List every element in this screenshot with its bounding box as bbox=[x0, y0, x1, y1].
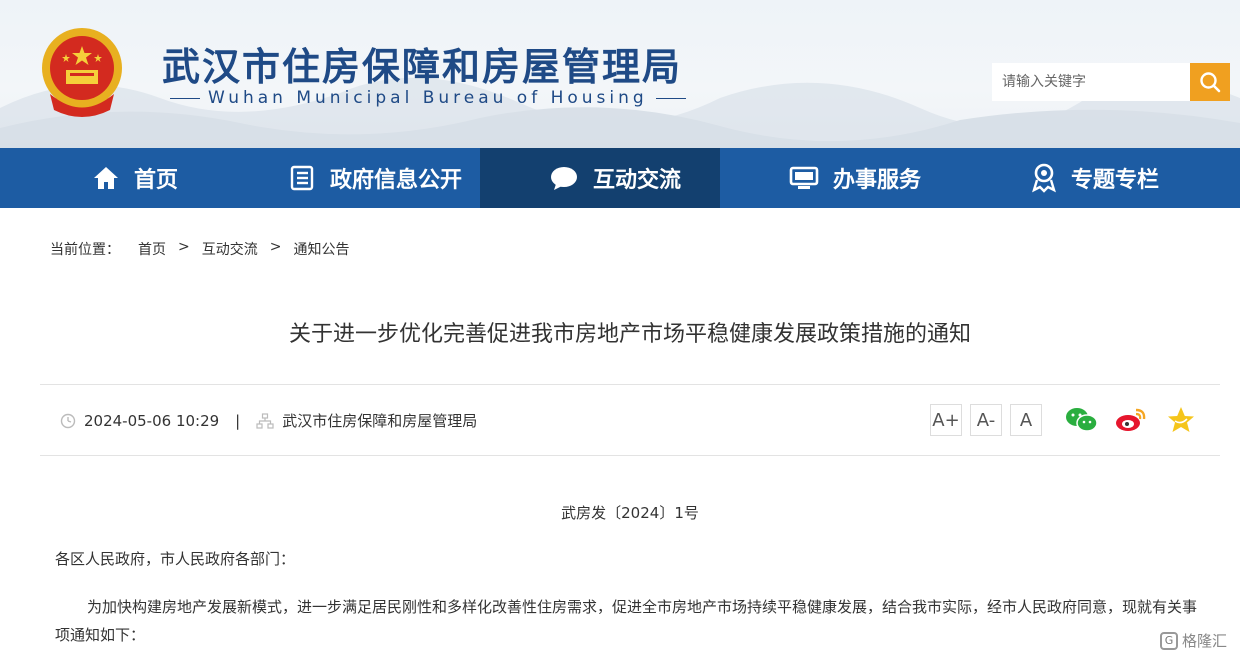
divider-bottom bbox=[40, 455, 1220, 456]
nav-item-topics[interactable]: 专题专栏 bbox=[960, 148, 1200, 208]
site-title: 武汉市住房保障和房屋管理局 bbox=[162, 44, 683, 89]
nav-item-services[interactable]: 办事服务 bbox=[720, 148, 960, 208]
org-structure-icon bbox=[256, 412, 274, 429]
share-bar bbox=[1064, 404, 1198, 436]
nav-item-label: 专题专栏 bbox=[1070, 168, 1159, 193]
breadcrumb-separator: > bbox=[269, 239, 282, 255]
publish-date: 2024-05-06 10:29 bbox=[84, 411, 220, 430]
font-decrease-label: A- bbox=[976, 409, 996, 431]
nav-item-label: 办事服务 bbox=[832, 168, 921, 193]
site-header: 武汉市住房保障和房屋管理局 Wuhan Municipal Bureau of … bbox=[0, 0, 1240, 148]
breadcrumb: 当前位置： 首页 > 互动交流 > 通知公告 bbox=[50, 239, 349, 259]
search-input[interactable] bbox=[992, 63, 1190, 101]
font-increase-label: A+ bbox=[932, 409, 960, 431]
font-decrease-button[interactable]: A- bbox=[970, 404, 1002, 436]
location-pin-icon bbox=[1032, 163, 1056, 193]
article-title: 关于进一步优化完善促进我市房地产市场平稳健康发展政策措施的通知 bbox=[288, 322, 971, 347]
main-nav: 首页 政府信息公开 互动交流 办事服务 专题专栏 bbox=[0, 148, 1240, 208]
subtitle-rule-right bbox=[655, 97, 686, 99]
watermark: G 格隆汇 bbox=[1160, 630, 1227, 651]
article-source: 武汉市住房保障和房屋管理局 bbox=[282, 412, 478, 430]
clock-icon bbox=[60, 413, 76, 428]
weibo-icon bbox=[1116, 408, 1146, 431]
breadcrumb-separator: > bbox=[178, 239, 190, 255]
site-subtitle-text: Wuhan Municipal Bureau of Housing bbox=[208, 88, 648, 108]
divider-top bbox=[40, 384, 1220, 385]
national-emblem-icon bbox=[36, 24, 128, 120]
nav-item-label: 政府信息公开 bbox=[329, 168, 462, 193]
share-favorite-button[interactable] bbox=[1164, 404, 1198, 436]
share-weibo-button[interactable] bbox=[1114, 404, 1148, 436]
article-meta: 2024-05-06 10:29 | 武汉市住房保障和房屋管理局 bbox=[60, 410, 477, 431]
watermark-logo-icon: G bbox=[1160, 631, 1178, 650]
home-icon bbox=[93, 167, 118, 189]
favorite-star-icon bbox=[1168, 407, 1194, 432]
site-subtitle: Wuhan Municipal Bureau of Housing bbox=[162, 88, 694, 108]
search-button[interactable] bbox=[1190, 63, 1230, 101]
font-reset-label: A bbox=[1019, 409, 1033, 431]
nav-item-label: 首页 bbox=[133, 168, 178, 193]
document-number: 武房发〔2024〕1号 bbox=[561, 504, 699, 522]
font-reset-button[interactable]: A bbox=[1010, 404, 1042, 436]
nav-item-home[interactable]: 首页 bbox=[0, 148, 240, 208]
breadcrumb-link-home[interactable]: 首页 bbox=[138, 239, 166, 259]
chat-bubble-icon bbox=[550, 167, 577, 190]
search-icon bbox=[1200, 72, 1221, 93]
share-wechat-button[interactable] bbox=[1064, 404, 1098, 436]
article-salutation: 各区人民政府，市人民政府各部门： bbox=[55, 550, 296, 568]
wechat-icon bbox=[1066, 408, 1098, 432]
nav-item-label: 互动交流 bbox=[592, 168, 681, 193]
font-size-controls: A+ A- A bbox=[930, 404, 1042, 436]
nav-item-interaction[interactable]: 互动交流 bbox=[480, 148, 720, 208]
watermark-text: 格隆汇 bbox=[1182, 632, 1228, 650]
font-increase-button[interactable]: A+ bbox=[930, 404, 962, 436]
breadcrumb-prefix: 当前位置： bbox=[50, 242, 120, 258]
subtitle-rule-left bbox=[170, 97, 200, 99]
breadcrumb-link-notices[interactable]: 通知公告 bbox=[293, 239, 349, 259]
monitor-icon bbox=[789, 166, 819, 189]
document-list-icon bbox=[290, 165, 314, 191]
meta-divider: | bbox=[235, 411, 241, 430]
nav-item-gov-info[interactable]: 政府信息公开 bbox=[240, 148, 480, 208]
breadcrumb-link-interaction[interactable]: 互动交流 bbox=[202, 239, 258, 259]
article-body-paragraph: 为加快构建房地产发展新模式，进一步满足居民刚性和多样化改善性住房需求，促进全市房… bbox=[55, 598, 1198, 644]
